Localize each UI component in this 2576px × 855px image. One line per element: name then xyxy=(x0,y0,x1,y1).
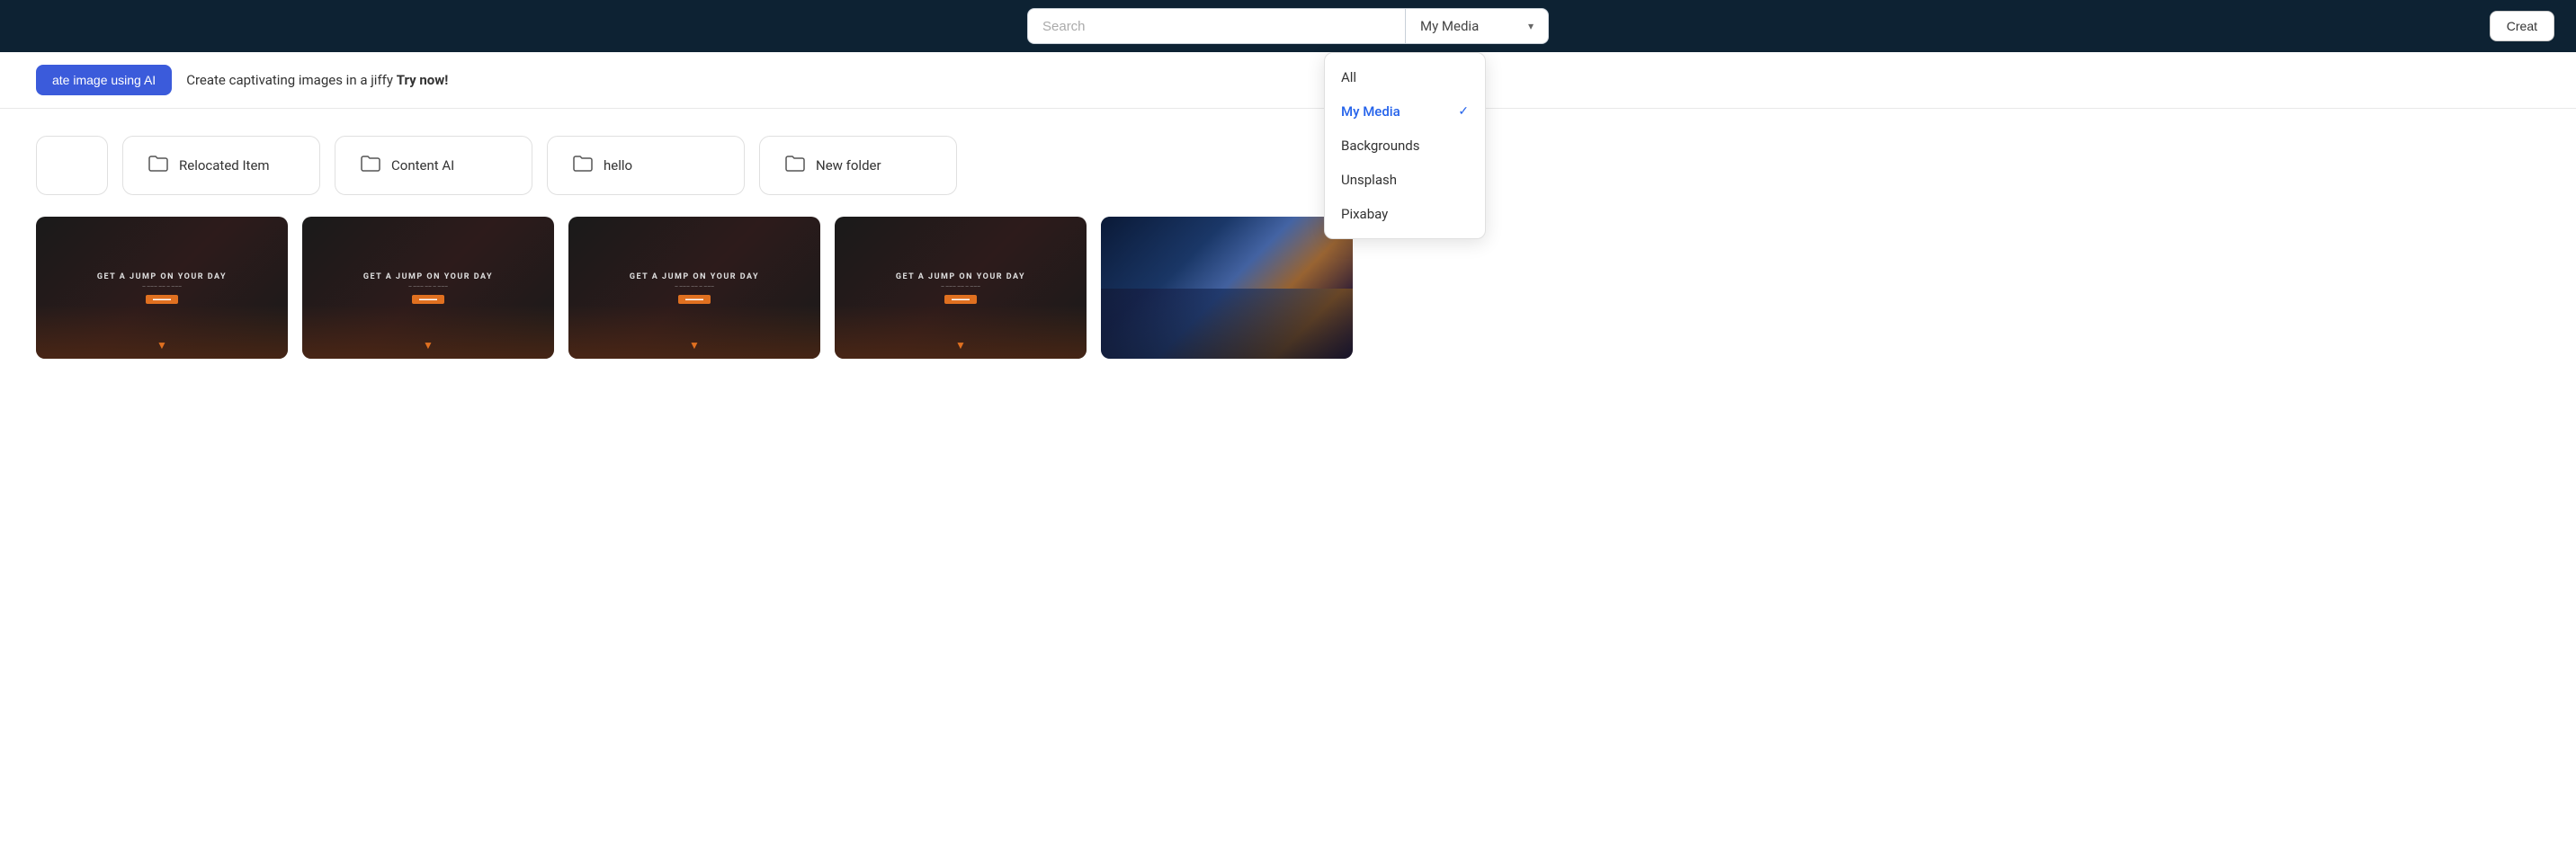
folder-icon xyxy=(148,155,168,176)
thumb-cta: ▬▬▬▬ xyxy=(944,295,977,304)
folders-row: Relocated Item Content AI hello xyxy=(36,136,2540,195)
dropdown-item-pixabay[interactable]: Pixabay xyxy=(1325,197,1485,231)
thumb-content: GET A JUMP ON YOUR DAY — ——— —— — ——— ▬▬… xyxy=(302,217,554,359)
thumb-subtitle: — ——— —— — ——— xyxy=(142,284,182,289)
header: My Media ▾ All My Media ✓ Backgrounds Un… xyxy=(0,0,2576,52)
dropdown-item-label: My Media xyxy=(1341,103,1400,120)
dropdown-item-unsplash[interactable]: Unsplash xyxy=(1325,163,1485,197)
folder-card-hello[interactable]: hello xyxy=(547,136,745,195)
folder-card-content-ai[interactable]: Content AI xyxy=(335,136,532,195)
thumb-cta: ▬▬▬▬ xyxy=(678,295,711,304)
dropdown-item-label: All xyxy=(1341,69,1356,85)
dropdown-item-all[interactable]: All xyxy=(1325,60,1485,94)
thumb-title: GET A JUMP ON YOUR DAY xyxy=(363,272,493,281)
ai-image-button[interactable]: ate image using AI xyxy=(36,65,172,95)
create-button[interactable]: Creat xyxy=(2490,11,2554,41)
thumb-title: GET A JUMP ON YOUR DAY xyxy=(896,272,1025,281)
media-thumbnail-5[interactable] xyxy=(1101,217,1353,359)
dropdown-item-my-media[interactable]: My Media ✓ xyxy=(1325,94,1485,129)
folder-icon xyxy=(361,155,380,176)
thumb-subtitle: — ——— —— — ——— xyxy=(408,284,448,289)
media-thumbnail-4[interactable]: GET A JUMP ON YOUR DAY — ——— —— — ——— ▬▬… xyxy=(835,217,1087,359)
folder-card-placeholder[interactable] xyxy=(36,136,108,195)
thumb-indicator: ▼ xyxy=(157,339,167,352)
dropdown-menu: All My Media ✓ Backgrounds Unsplash Pixa… xyxy=(1324,52,1486,239)
media-thumbnail-1[interactable]: GET A JUMP ON YOUR DAY — ——— —— — ——— ▬▬… xyxy=(36,217,288,359)
thumb-title: GET A JUMP ON YOUR DAY xyxy=(97,272,227,281)
media-type-dropdown[interactable]: My Media ▾ xyxy=(1405,8,1549,44)
thumb-subtitle: — ——— —— — ——— xyxy=(941,284,980,289)
folder-name: hello xyxy=(604,157,632,174)
thumb-subtitle: — ——— —— — ——— xyxy=(675,284,714,289)
dropdown-item-backgrounds[interactable]: Backgrounds xyxy=(1325,129,1485,163)
dropdown-item-label: Backgrounds xyxy=(1341,138,1419,154)
chevron-down-icon: ▾ xyxy=(1528,20,1534,32)
media-thumbnail-3[interactable]: GET A JUMP ON YOUR DAY — ——— —— — ——— ▬▬… xyxy=(568,217,820,359)
thumb-content: GET A JUMP ON YOUR DAY — ——— —— — ——— ▬▬… xyxy=(835,217,1087,359)
thumb-indicator: ▼ xyxy=(423,339,434,352)
media-row: GET A JUMP ON YOUR DAY — ——— —— — ——— ▬▬… xyxy=(36,217,2540,359)
folder-icon xyxy=(573,155,593,176)
thumb-cta: ▬▬▬▬ xyxy=(412,295,444,304)
main-content: Relocated Item Content AI hello xyxy=(0,109,2576,855)
thumb-content: GET A JUMP ON YOUR DAY — ——— —— — ——— ▬▬… xyxy=(36,217,288,359)
dropdown-selected-label: My Media xyxy=(1420,18,1479,34)
thumb-content: GET A JUMP ON YOUR DAY — ——— —— — ——— ▬▬… xyxy=(568,217,820,359)
folder-name: Content AI xyxy=(391,157,454,174)
search-input[interactable] xyxy=(1027,8,1405,44)
dropdown-item-label: Unsplash xyxy=(1341,172,1397,188)
thumb-title: GET A JUMP ON YOUR DAY xyxy=(630,272,759,281)
folder-icon xyxy=(785,155,805,176)
ai-banner-bold-text: Try now! xyxy=(397,72,449,88)
folder-card-new-folder[interactable]: New folder xyxy=(759,136,957,195)
ai-banner-plain-text: Create captivating images in a jiffy xyxy=(186,72,397,88)
ai-banner-text: Create captivating images in a jiffy Try… xyxy=(186,72,448,88)
thumb-indicator: ▼ xyxy=(689,339,700,352)
dropdown-item-label: Pixabay xyxy=(1341,206,1388,222)
folder-card-relocated-item[interactable]: Relocated Item xyxy=(122,136,320,195)
folder-name: New folder xyxy=(816,157,881,174)
check-icon: ✓ xyxy=(1458,104,1469,119)
search-container: My Media ▾ xyxy=(1027,8,1549,44)
ai-banner: ate image using AI Create captivating im… xyxy=(0,52,2576,109)
folder-name: Relocated Item xyxy=(179,157,270,174)
thumb-content xyxy=(1101,217,1353,359)
thumb-indicator: ▼ xyxy=(955,339,966,352)
media-thumbnail-2[interactable]: GET A JUMP ON YOUR DAY — ——— —— — ——— ▬▬… xyxy=(302,217,554,359)
thumb-cta: ▬▬▬▬ xyxy=(146,295,178,304)
